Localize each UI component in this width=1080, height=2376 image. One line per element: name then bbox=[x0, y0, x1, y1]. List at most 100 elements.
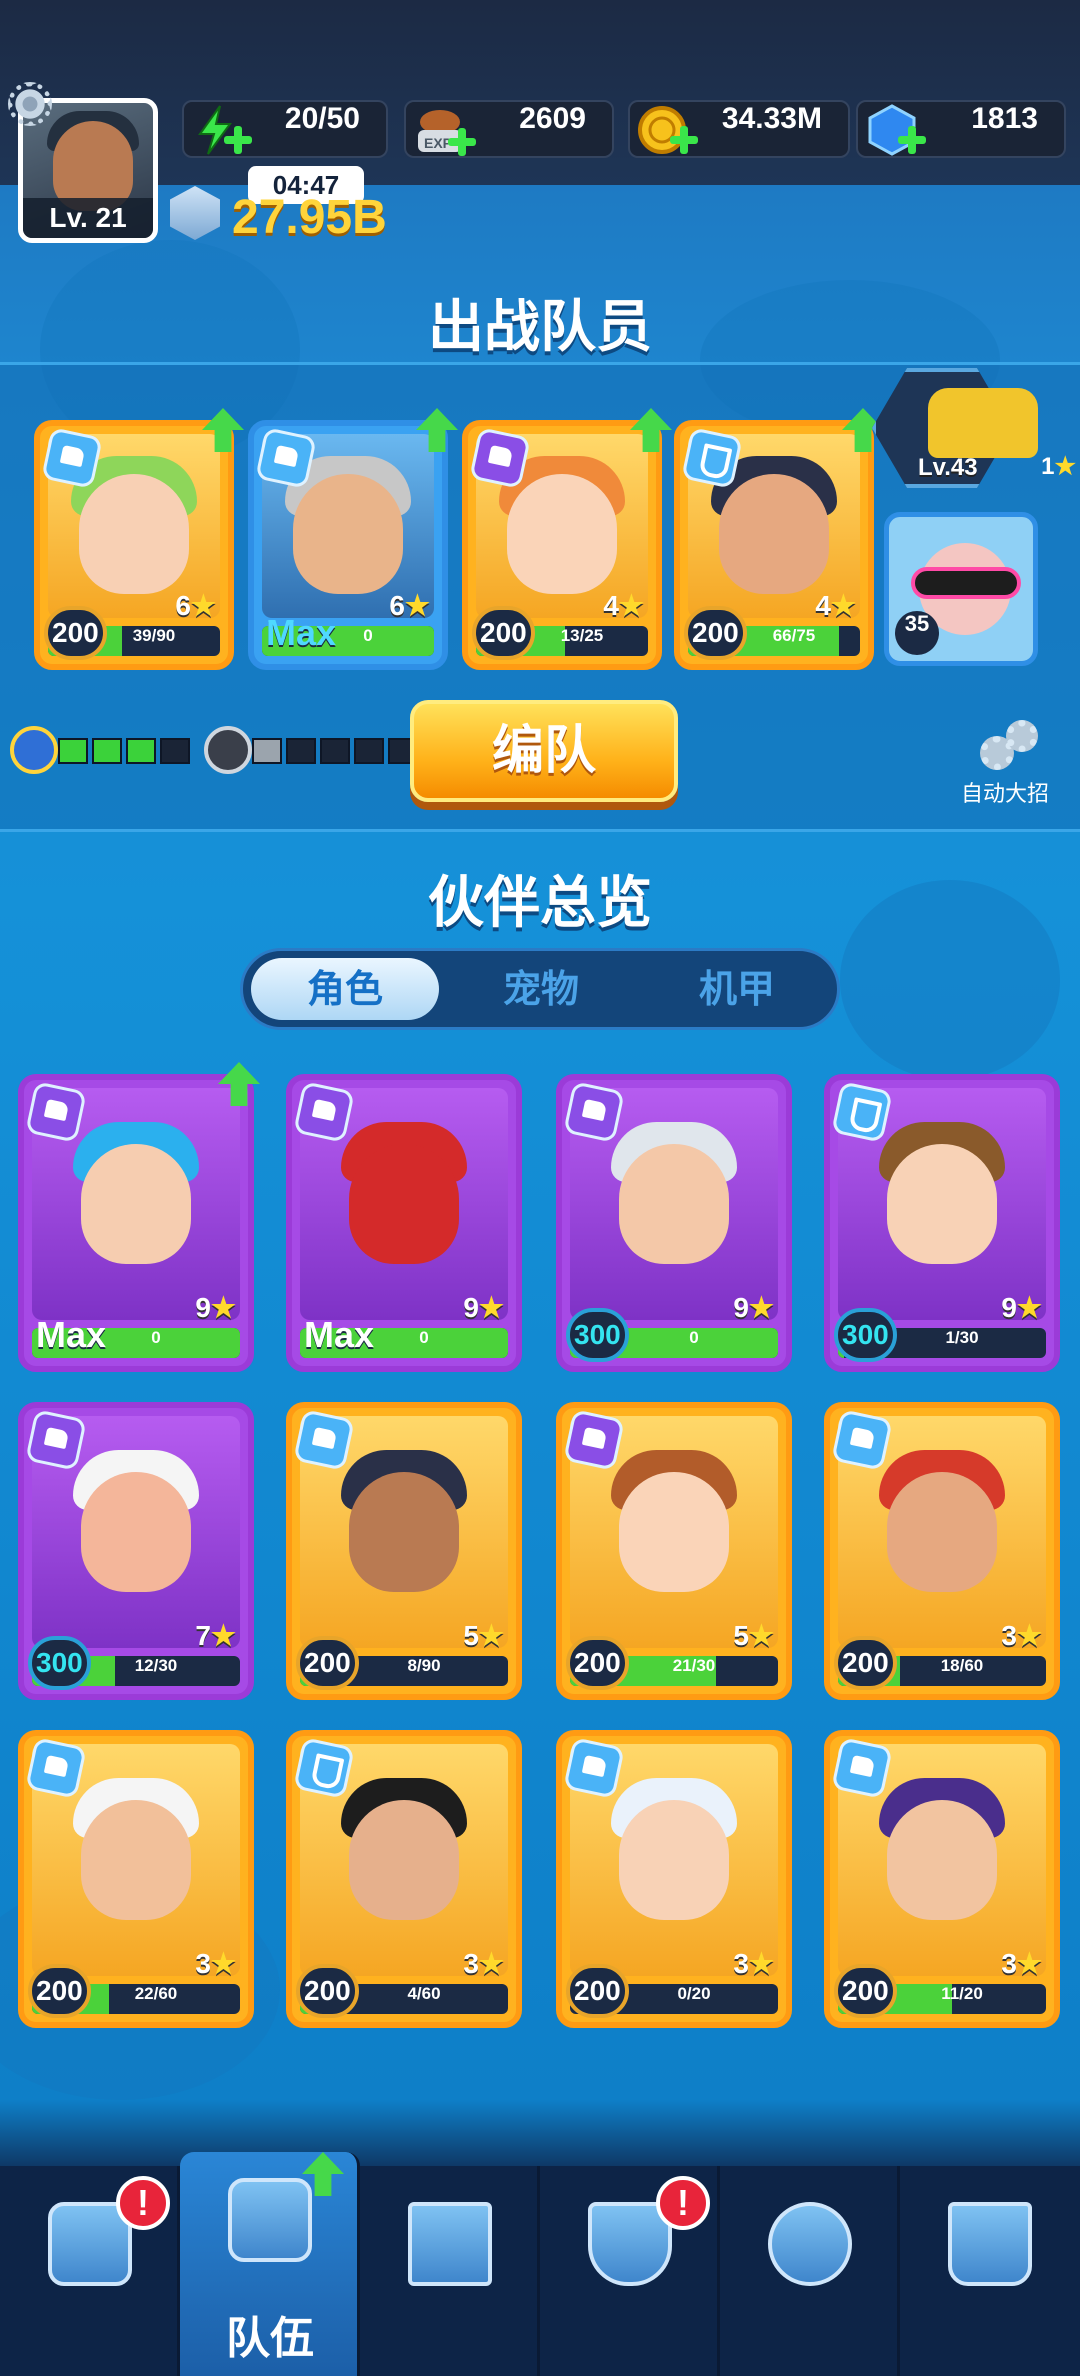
add-exp-button[interactable] bbox=[446, 126, 478, 158]
combat-power-value: 27.95B bbox=[232, 191, 387, 244]
gun-class-icon bbox=[25, 1409, 87, 1471]
nav-shop[interactable]: ! bbox=[0, 2166, 180, 2376]
gun-class-icon bbox=[563, 1737, 625, 1799]
resource-stamina[interactable]: 20/50 bbox=[182, 100, 388, 158]
team-member-card[interactable]: 4★ 66/75 200 bbox=[674, 420, 874, 670]
character-face bbox=[619, 1472, 729, 1592]
character-face bbox=[887, 1144, 997, 1264]
auto-ultimate-toggle[interactable]: 自动大招 bbox=[950, 720, 1060, 810]
character-face bbox=[81, 1800, 191, 1920]
star-count: 3★ bbox=[463, 1948, 504, 1979]
star-count: 6★ bbox=[389, 590, 430, 621]
character-level: 300 bbox=[28, 1636, 91, 1690]
gun-class-icon bbox=[293, 1081, 355, 1143]
star-count: 5★ bbox=[463, 1620, 504, 1651]
shield-class-icon bbox=[681, 427, 743, 489]
formation-button[interactable]: 编队 bbox=[410, 700, 678, 802]
character-card[interactable]: 5★ 21/30 200 bbox=[556, 1402, 792, 1700]
nav-guild[interactable] bbox=[900, 2166, 1080, 2376]
pet-slot[interactable]: 35 bbox=[884, 512, 1038, 666]
pet-glasses bbox=[911, 567, 1021, 599]
stamina-value: 20/50 bbox=[284, 102, 360, 135]
team-member-card[interactable]: 6★ 39/90 200 bbox=[34, 420, 234, 670]
shield-class-icon bbox=[831, 1081, 893, 1143]
character-face bbox=[81, 1144, 191, 1264]
nav-team[interactable]: 队伍 bbox=[180, 2152, 360, 2376]
player-level: Lv. 21 bbox=[23, 198, 153, 238]
tab-pets[interactable]: 宠物 bbox=[447, 958, 635, 1020]
mech-slot[interactable]: Lv.43 1★ bbox=[868, 368, 1080, 488]
add-gems-button[interactable] bbox=[896, 124, 928, 156]
gems-value: 1813 bbox=[971, 102, 1038, 135]
character-level: Max bbox=[304, 1314, 375, 1355]
character-card[interactable]: 3★ 0/20 200 bbox=[556, 1730, 792, 2028]
gun-class-icon bbox=[25, 1737, 87, 1799]
team-member-card[interactable]: 4★ 13/25 200 bbox=[462, 420, 662, 670]
add-stamina-button[interactable] bbox=[222, 124, 254, 156]
tab-characters[interactable]: 角色 bbox=[251, 958, 439, 1020]
character-card[interactable]: 3★ 4/60 200 bbox=[286, 1730, 522, 2028]
gun-class-icon bbox=[831, 1737, 893, 1799]
character-card[interactable]: 5★ 8/90 200 bbox=[286, 1402, 522, 1700]
mech-stars: 1★ bbox=[1041, 453, 1076, 480]
team-member-card[interactable]: 6★ 0 Max bbox=[248, 420, 448, 670]
star-count: 9★ bbox=[195, 1292, 236, 1323]
character-card[interactable]: 9★ 0 Max bbox=[286, 1074, 522, 1372]
character-card[interactable]: 3★ 18/60 200 bbox=[824, 1402, 1060, 1700]
resource-gems[interactable]: 1813 bbox=[856, 100, 1066, 158]
star-count: 4★ bbox=[815, 590, 856, 621]
gold-value: 34.33M bbox=[721, 102, 822, 135]
character-level: 300 bbox=[834, 1308, 897, 1362]
character-level: 200 bbox=[296, 1636, 359, 1690]
star-count: 7★ bbox=[195, 1620, 236, 1651]
star-count: 9★ bbox=[733, 1292, 774, 1323]
character-face bbox=[619, 1800, 729, 1920]
character-face bbox=[349, 1800, 459, 1920]
gun-class-icon bbox=[293, 1409, 355, 1471]
character-face bbox=[619, 1144, 729, 1264]
character-face bbox=[719, 474, 829, 594]
character-level: 200 bbox=[566, 1636, 629, 1690]
nav-target[interactable] bbox=[720, 2166, 900, 2376]
gun-class-icon bbox=[563, 1081, 625, 1143]
add-gold-button[interactable] bbox=[668, 124, 700, 156]
star-count: 3★ bbox=[1001, 1948, 1042, 1979]
character-level: 200 bbox=[684, 606, 747, 660]
target-icon bbox=[768, 2202, 852, 2286]
character-card[interactable]: 9★ 0 Max bbox=[18, 1074, 254, 1372]
bear-icon bbox=[204, 726, 252, 774]
star-count: 4★ bbox=[603, 590, 644, 621]
character-level: 300 bbox=[566, 1308, 629, 1362]
settings-gear-icon[interactable] bbox=[8, 82, 52, 126]
tab-mechs[interactable]: 机甲 bbox=[643, 958, 831, 1020]
gun-class-icon bbox=[563, 1409, 625, 1471]
character-level: 200 bbox=[44, 606, 107, 660]
character-card[interactable]: 3★ 22/60 200 bbox=[18, 1730, 254, 2028]
character-face bbox=[887, 1472, 997, 1592]
map-icon bbox=[408, 2202, 492, 2286]
shield-class-icon bbox=[293, 1737, 355, 1799]
resource-gold[interactable]: 34.33M bbox=[628, 100, 850, 158]
character-card[interactable]: 9★ 1/30 300 bbox=[824, 1074, 1060, 1372]
character-card[interactable]: 9★ 0 300 bbox=[556, 1074, 792, 1372]
star-count: 3★ bbox=[195, 1948, 236, 1979]
pet-level: 35 bbox=[895, 611, 939, 655]
overview-tabs: 角色 宠物 机甲 bbox=[240, 948, 840, 1030]
gears-icon bbox=[980, 720, 1040, 770]
star-count: 5★ bbox=[733, 1620, 774, 1651]
character-face bbox=[81, 1472, 191, 1592]
character-level: 200 bbox=[566, 1964, 629, 2018]
character-card[interactable]: 7★ 12/30 300 bbox=[18, 1402, 254, 1700]
nav-team-label: 队伍 bbox=[226, 2313, 314, 2364]
gun-class-icon bbox=[469, 427, 531, 489]
character-card[interactable]: 3★ 11/20 200 bbox=[824, 1730, 1060, 2028]
character-level: 200 bbox=[472, 606, 535, 660]
alert-badge: ! bbox=[116, 2176, 170, 2230]
star-count: 9★ bbox=[463, 1292, 504, 1323]
resource-exp[interactable]: EXP 2609 bbox=[404, 100, 614, 158]
character-face bbox=[507, 474, 617, 594]
team-section-title: 出战队员 bbox=[428, 295, 652, 360]
mech-level: Lv.43 bbox=[918, 454, 978, 481]
nav-arena[interactable]: ! bbox=[540, 2166, 720, 2376]
nav-map[interactable] bbox=[360, 2166, 540, 2376]
